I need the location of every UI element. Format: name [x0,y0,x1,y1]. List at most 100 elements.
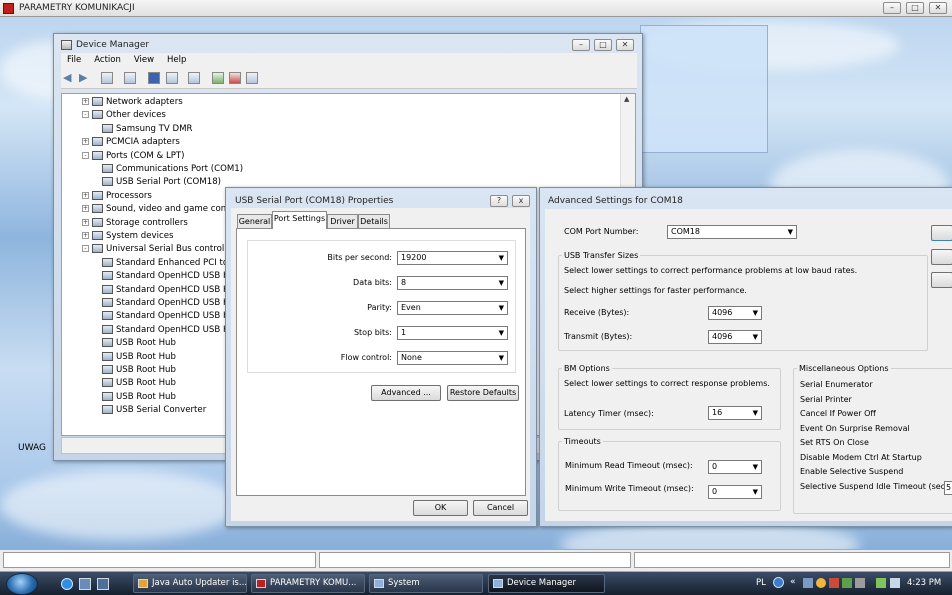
collapse-icon[interactable]: - [82,111,89,119]
tray-icon-3[interactable] [829,578,839,588]
menu-help[interactable]: Help [167,55,186,65]
outer-close-button[interactable]: ✕ [929,2,947,14]
task-java-updater[interactable]: Java Auto Updater is... [133,574,247,593]
data-bits-select[interactable]: 8 ▼ [397,276,508,290]
tree-item[interactable]: + Storage controllers [82,217,188,230]
misc-option[interactable]: Enable Selective Suspend [800,467,903,476]
properties-icon[interactable] [124,72,136,84]
dm-maximize-button[interactable]: □ [594,39,612,51]
expand-icon[interactable]: + [82,191,89,199]
properties-help-button[interactable]: ? [490,195,508,207]
help-icon[interactable] [148,72,160,84]
tree-item[interactable]: + Processors [82,190,152,203]
tray-icon-2[interactable] [816,578,826,588]
properties-close-button[interactable]: x [512,195,530,207]
start-button[interactable] [6,573,38,595]
stop-bits-select[interactable]: 1 ▼ [397,326,508,340]
tree-item[interactable]: Standard OpenHCD USB H [102,270,229,283]
menu-file[interactable]: File [67,55,81,65]
chevron-left-icon[interactable]: « [790,577,796,587]
collapse-icon[interactable]: - [82,245,89,253]
advanced-ok-button[interactable] [931,225,952,241]
expand-icon[interactable]: + [82,218,89,226]
tree-item[interactable]: USB Root Hub [102,337,176,350]
tree-item[interactable]: USB Root Hub [102,364,176,377]
forward-arrow-icon[interactable]: ▶ [79,72,87,84]
expand-icon[interactable]: + [82,232,89,239]
tree-item[interactable]: - Universal Serial Bus controller [82,243,236,256]
tree-item[interactable]: USB Serial Port (COM18) [102,176,221,189]
outer-maximize-button[interactable]: □ [906,2,924,14]
advanced-cancel-button[interactable] [931,249,952,265]
collapse-icon[interactable]: - [82,151,89,159]
misc-option[interactable]: Serial Printer [800,395,852,404]
flow-control-select[interactable]: None ▼ [397,351,508,365]
read-timeout-select[interactable]: 0 ▼ [708,460,762,474]
tray-icon-5[interactable] [855,578,865,588]
tree-item[interactable]: Standard OpenHCD USB H [102,324,229,337]
expand-icon[interactable]: + [82,205,89,213]
volume-icon[interactable] [890,578,900,588]
transmit-select[interactable]: 4096 ▼ [708,330,762,344]
uninstall-icon[interactable] [229,72,241,84]
disable-device-icon[interactable] [246,72,258,84]
tree-item[interactable]: - Other devices [82,109,166,122]
task-system[interactable]: System [369,574,483,593]
tree-item[interactable]: Samsung TV DMR [102,123,193,136]
task-parametry[interactable]: PARAMETRY KOMU... [251,574,365,593]
advanced-button[interactable]: Advanced ... [371,385,441,401]
latency-select[interactable]: 16 ▼ [708,406,762,420]
tab-port-settings[interactable]: Port Settings [272,211,327,229]
tree-item[interactable]: + Network adapters [82,96,183,109]
help-icon[interactable] [773,577,784,588]
tree-item[interactable]: Standard OpenHCD USB H [102,310,229,323]
dm-close-button[interactable]: ✕ [616,39,634,51]
bits-per-second-select[interactable]: 19200 ▼ [397,251,508,265]
scroll-up-arrow-icon[interactable]: ▲ [624,95,629,103]
tree-item[interactable]: Communications Port (COM1) [102,163,243,176]
idle-timeout-field[interactable]: 5 [944,481,952,495]
com-port-select[interactable]: COM18 ▼ [667,225,797,239]
expand-icon[interactable]: + [82,138,89,146]
menu-action[interactable]: Action [94,55,121,65]
misc-option[interactable]: Cancel If Power Off [800,409,876,418]
tree-item[interactable]: USB Root Hub [102,391,176,404]
tree-item[interactable]: + System devices [82,230,173,243]
show-view-icon[interactable] [166,72,178,84]
tab-details[interactable]: Details [358,214,390,229]
language-indicator[interactable]: PL [756,578,766,588]
ie-icon[interactable] [61,578,73,590]
tray-icon-4[interactable] [842,578,852,588]
advanced-defaults-button[interactable] [931,272,952,288]
quicklaunch-icon[interactable] [97,578,109,590]
restore-defaults-button[interactable]: Restore Defaults [447,385,519,401]
parity-select[interactable]: Even ▼ [397,301,508,315]
tree-item[interactable]: + Sound, video and game contr [82,203,233,216]
dm-minimize-button[interactable]: – [572,39,590,51]
menu-view[interactable]: View [134,55,154,65]
tree-item[interactable]: Standard OpenHCD USB H [102,297,229,310]
tree-item[interactable]: USB Serial Converter [102,404,206,417]
tree-item[interactable]: Standard OpenHCD USB H [102,284,229,297]
expand-icon[interactable]: + [82,98,89,105]
tray-icon-1[interactable] [803,578,813,588]
tree-item[interactable]: - Ports (COM & LPT) [82,150,185,163]
tree-item[interactable]: + PCMCIA adapters [82,136,180,149]
task-device-manager[interactable]: Device Manager [488,574,605,593]
cancel-button[interactable]: Cancel [473,500,528,516]
ok-button[interactable]: OK [413,500,468,516]
misc-option[interactable]: Event On Surprise Removal [800,424,910,433]
scan-hardware-icon[interactable] [188,72,200,84]
show-desktop-icon[interactable] [79,578,91,590]
misc-option[interactable]: Disable Modem Ctrl At Startup [800,453,922,462]
tree-item[interactable]: USB Root Hub [102,351,176,364]
tree-item[interactable]: Standard Enhanced PCI to [102,257,228,270]
write-timeout-select[interactable]: 0 ▼ [708,485,762,499]
network-icon[interactable] [876,578,886,588]
back-arrow-icon[interactable]: ◀ [63,72,71,84]
outer-minimize-button[interactable]: – [883,2,901,14]
misc-option[interactable]: Serial Enumerator [800,380,873,389]
tab-driver[interactable]: Driver [327,214,358,229]
receive-select[interactable]: 4096 ▼ [708,306,762,320]
show-hide-console-icon[interactable] [101,72,113,84]
